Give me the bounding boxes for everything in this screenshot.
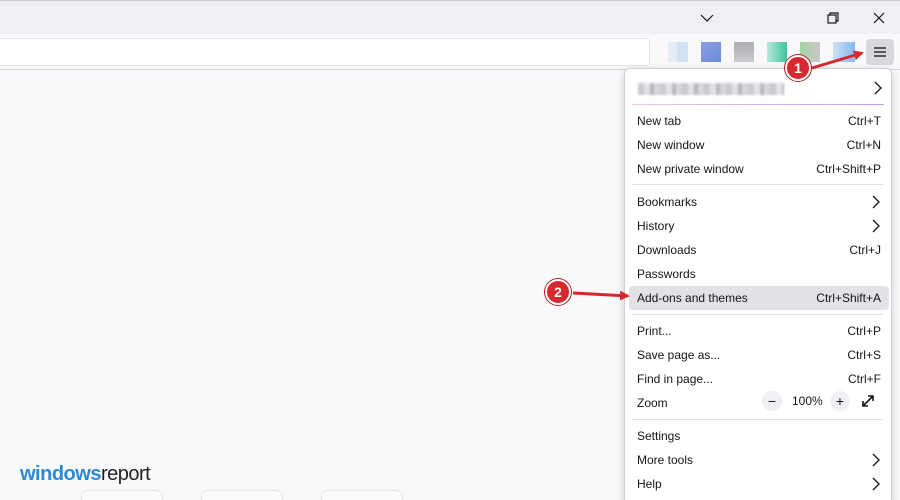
menu-item-label: New tab	[637, 114, 682, 128]
hamburger-menu-icon	[874, 47, 886, 57]
extension-icon[interactable]	[833, 42, 855, 62]
menu-item-label: Downloads	[637, 243, 697, 257]
menu-item-label: Add-ons and themes	[637, 291, 748, 305]
navigation-toolbar	[0, 34, 900, 70]
menu-item-downloads[interactable]: Downloads Ctrl+J	[629, 238, 889, 262]
watermark-part1: windows	[20, 463, 101, 485]
chevron-right-icon	[872, 195, 880, 214]
top-site-tile[interactable]	[202, 491, 282, 500]
menu-item-help[interactable]: Help	[629, 472, 889, 496]
chevron-right-icon	[872, 477, 880, 496]
annotation-marker-2: 2	[545, 279, 571, 305]
menu-item-label: Help	[637, 477, 662, 491]
close-icon	[873, 12, 885, 24]
extension-icon[interactable]	[767, 42, 787, 62]
chevron-right-icon	[872, 453, 880, 472]
menu-item-bookmarks[interactable]: Bookmarks	[629, 190, 889, 214]
menu-item-shortcut: Ctrl+Shift+A	[816, 291, 881, 305]
menu-item-more-tools[interactable]: More tools	[629, 448, 889, 472]
menu-item-settings[interactable]: Settings	[629, 424, 889, 448]
menu-item-label: More tools	[637, 453, 694, 467]
menu-item-passwords[interactable]: Passwords	[629, 262, 889, 286]
extension-icon[interactable]	[734, 42, 754, 62]
menu-item-label: Bookmarks	[637, 195, 698, 209]
zoom-in-button[interactable]: +	[830, 391, 850, 411]
top-site-tile[interactable]	[322, 491, 402, 500]
menu-separator	[632, 419, 884, 420]
menu-item-label: Print...	[637, 324, 672, 338]
menu-item-new-tab[interactable]: New tab Ctrl+T	[629, 109, 889, 133]
blurred-account-name	[638, 83, 784, 95]
extension-icon[interactable]	[668, 42, 688, 62]
title-bar	[0, 0, 900, 34]
menu-item-new-window[interactable]: New window Ctrl+N	[629, 133, 889, 157]
menu-item-label: History	[637, 219, 675, 233]
menu-item-shortcut: Ctrl+J	[849, 243, 881, 257]
menu-item-label: Zoom	[637, 396, 668, 410]
list-all-tabs-button[interactable]	[684, 1, 730, 35]
fullscreen-button[interactable]	[860, 393, 876, 409]
chevron-down-icon	[700, 14, 714, 22]
menu-item-zoom: Zoom − 100% +	[629, 391, 889, 415]
watermark-part2: report	[100, 463, 151, 485]
zoom-out-button[interactable]: −	[762, 391, 782, 411]
menu-item-label: New window	[637, 138, 705, 152]
fullscreen-icon	[862, 395, 874, 407]
menu-item-print[interactable]: Print... Ctrl+P	[629, 319, 889, 343]
windows-report-watermark: windowsreport	[20, 462, 151, 486]
menu-separator	[632, 184, 884, 185]
zoom-level[interactable]: 100%	[792, 394, 823, 408]
menu-item-label: New private window	[637, 162, 744, 176]
menu-item-save-page-as[interactable]: Save page as... Ctrl+S	[629, 343, 889, 367]
menu-item-shortcut: Ctrl+Shift+P	[816, 162, 881, 176]
annotation-marker-1: 1	[785, 55, 811, 81]
address-bar[interactable]	[0, 38, 650, 66]
menu-item-add-ons-and-themes[interactable]: Add-ons and themes Ctrl+Shift+A	[629, 286, 889, 310]
menu-item-shortcut: Ctrl+S	[847, 348, 881, 362]
close-window-button[interactable]	[856, 1, 900, 35]
menu-item-history[interactable]: History	[629, 214, 889, 238]
menu-item-shortcut: Ctrl+N	[846, 138, 881, 152]
menu-item-label: Passwords	[637, 267, 696, 281]
menu-item-shortcut: Ctrl+T	[848, 114, 881, 128]
account-row[interactable]	[632, 76, 890, 102]
restore-button[interactable]	[810, 1, 856, 35]
menu-item-label: Save page as...	[637, 348, 721, 362]
chevron-right-icon	[874, 81, 882, 100]
menu-item-label: Settings	[637, 429, 681, 443]
menu-item-find-in-page[interactable]: Find in page... Ctrl+F	[629, 367, 889, 391]
menu-item-shortcut: Ctrl+P	[847, 324, 881, 338]
extension-icon[interactable]	[701, 42, 721, 62]
open-menu-button[interactable]	[866, 39, 894, 65]
menu-item-new-private-window[interactable]: New private window Ctrl+Shift+P	[629, 157, 889, 181]
chevron-right-icon	[872, 219, 880, 238]
top-site-tile[interactable]	[82, 491, 162, 500]
account-divider	[632, 104, 884, 105]
menu-separator	[632, 314, 884, 315]
menu-item-shortcut: Ctrl+F	[848, 372, 881, 386]
restore-icon	[827, 12, 839, 24]
menu-item-label: Find in page...	[637, 372, 714, 386]
